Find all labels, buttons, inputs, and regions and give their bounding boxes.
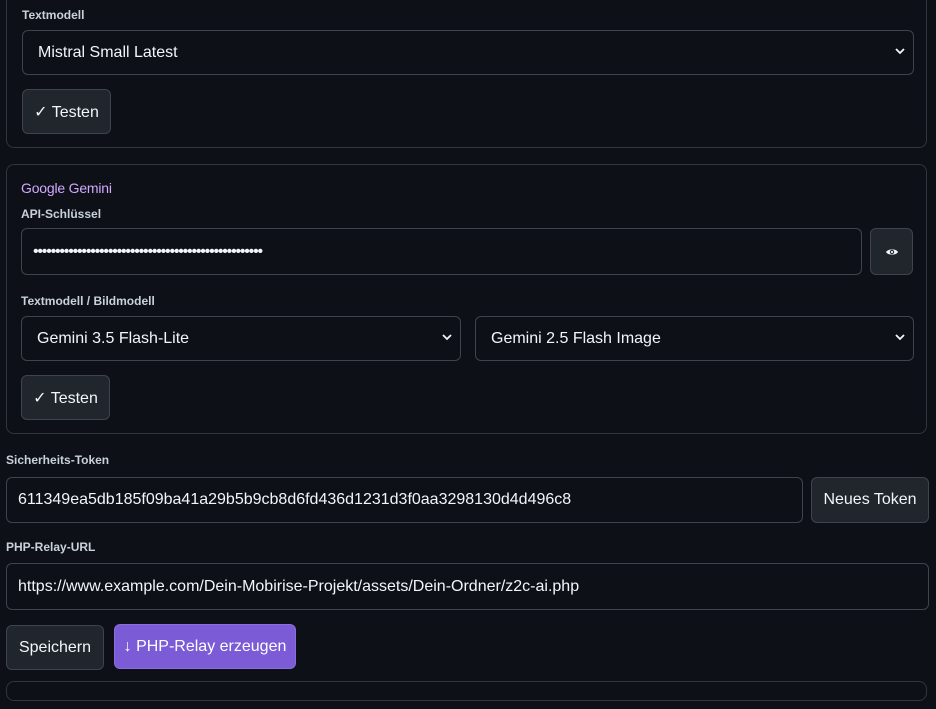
security-token-value: 611349ea5db185f09ba41a29b5b9cb8d6fd436d1… [18,491,572,508]
gemini-text-model-value: Gemini 3.5 Flash-Lite [37,329,190,347]
api-key-masked-value: ••••••••••••••••••••••••••••••••••••••••… [33,242,263,260]
model-label: Textmodell / Bildmodell [21,294,155,308]
api-key-label: API-Schlüssel [21,207,102,221]
mistral-test-button[interactable]: ✓ Testen [22,89,111,134]
chevron-down-icon [442,333,452,340]
next-card [6,681,927,701]
chevron-down-icon [895,47,905,54]
new-token-button[interactable]: Neues Token [811,477,929,523]
mistral-text-model-value: Mistral Small Latest [38,43,178,61]
generate-relay-button[interactable]: ↓ PHP-Relay erzeugen [114,624,296,669]
relay-url-label: PHP-Relay-URL [6,540,96,554]
gemini-text-model-select[interactable]: Gemini 3.5 Flash-Lite [21,316,461,361]
text-model-label: Textmodell [22,8,85,22]
gemini-test-button[interactable]: ✓ Testen [21,375,110,420]
chevron-down-icon [895,333,905,340]
gemini-image-model-value: Gemini 2.5 Flash Image [491,329,661,347]
api-key-field[interactable]: ••••••••••••••••••••••••••••••••••••••••… [21,228,862,275]
show-api-key-button[interactable] [870,228,913,275]
save-button[interactable]: Speichern [6,625,104,670]
relay-url-value: https://www.example.com/Dein-Mobirise-Pr… [18,577,580,595]
gemini-card: Google Gemini API-Schlüssel ••••••••••••… [6,164,927,434]
mistral-card: Textmodell Mistral Small Latest ✓ Testen [6,0,927,148]
relay-url-field[interactable]: https://www.example.com/Dein-Mobirise-Pr… [6,563,929,610]
gemini-section-title: Google Gemini [21,180,112,196]
mistral-text-model-select[interactable]: Mistral Small Latest [22,30,914,75]
security-token-label: Sicherheits-Token [6,453,110,467]
eye-icon [885,248,898,255]
gemini-image-model-select[interactable]: Gemini 2.5 Flash Image [475,316,914,361]
security-token-field[interactable]: 611349ea5db185f09ba41a29b5b9cb8d6fd436d1… [6,477,803,523]
